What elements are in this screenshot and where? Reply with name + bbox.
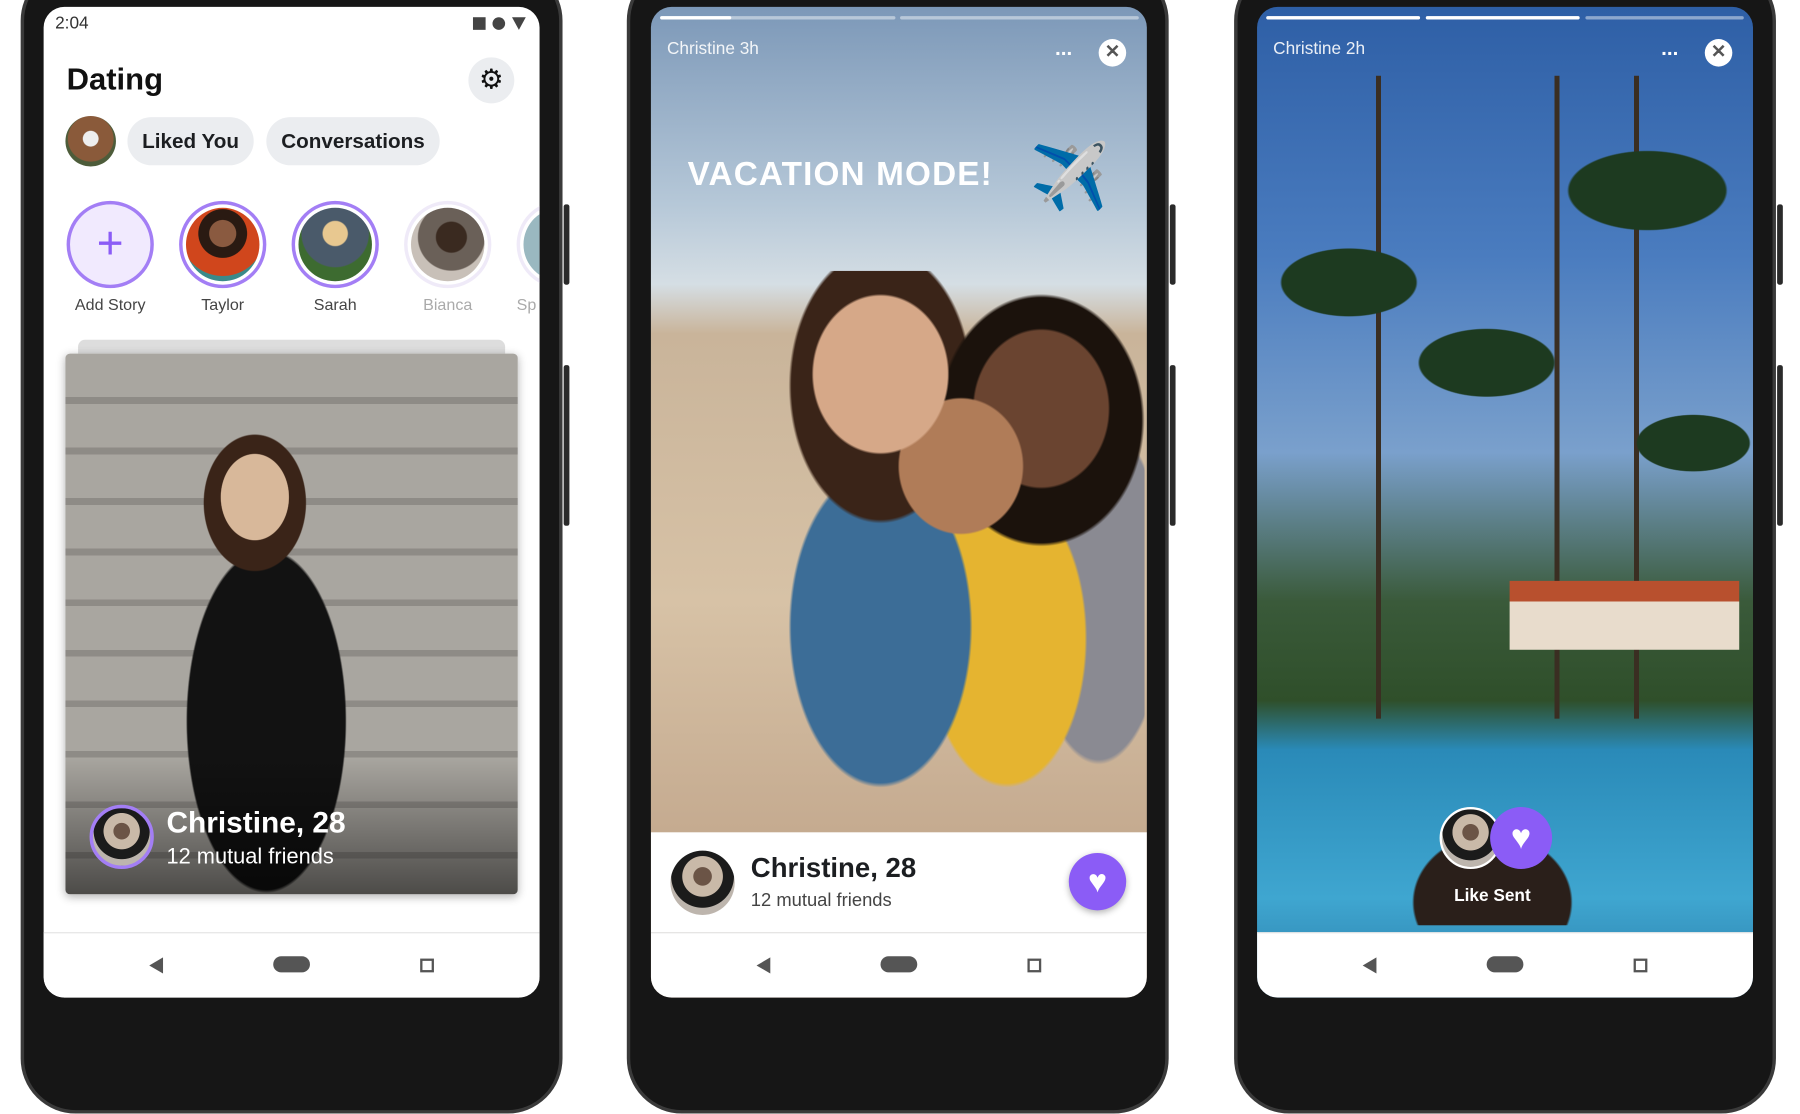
screen: Christine 3h ... ✕ VACATION MODE! ✈️ Chr… (650, 6, 1147, 998)
story-partial[interactable] (516, 200, 540, 289)
gear-icon[interactable]: ⚙ (468, 57, 515, 104)
close-icon[interactable]: ✕ (1098, 39, 1127, 67)
card-name: Christine, 28 (166, 804, 346, 840)
more-options-icon[interactable]: ... (1661, 37, 1678, 61)
plus-icon: + (96, 218, 124, 269)
story-bianca[interactable] (404, 200, 492, 289)
back-icon[interactable] (149, 957, 164, 974)
story-label: Sarah (313, 295, 357, 314)
profile-bar[interactable]: Christine, 28 12 mutual friends ♥ (650, 832, 1147, 933)
story-sarah[interactable] (291, 200, 379, 289)
story-progress (1425, 16, 1580, 20)
story-header: Christine 2h (1273, 39, 1366, 59)
tab-conversations[interactable]: Conversations (266, 117, 440, 166)
profile-name: Christine, 28 (750, 852, 917, 884)
like-heart-button[interactable]: ♥ (1068, 852, 1127, 911)
profile-avatar[interactable] (65, 115, 116, 167)
android-nav-bar (1257, 932, 1753, 998)
story-progress (900, 16, 1139, 20)
airplane-icon: ✈️ (1029, 140, 1110, 213)
phone-story-view: Christine 3h ... ✕ VACATION MODE! ✈️ Chr… (626, 0, 1176, 1114)
status-icons (472, 17, 526, 30)
story-taylor[interactable] (179, 200, 267, 289)
story-label: Bianca (423, 295, 473, 314)
home-icon[interactable] (273, 956, 310, 973)
tab-liked-you[interactable]: Liked You (127, 117, 254, 166)
story-header: Christine 3h (666, 39, 759, 59)
like-sent-label: Like Sent (1454, 886, 1531, 906)
more-options-icon[interactable]: ... (1055, 37, 1072, 61)
phone-like-sent: Christine 2h ... ✕ ♥ Like Sent (1234, 0, 1783, 1114)
heart-icon: ♥ (1490, 807, 1553, 870)
android-nav-bar (650, 932, 1147, 998)
add-story-button[interactable]: + (66, 200, 154, 289)
page-title: Dating (66, 61, 164, 97)
story-progress (1266, 16, 1421, 20)
home-icon[interactable] (1486, 956, 1524, 973)
profile-card[interactable]: Christine, 28 12 mutual friends (65, 353, 518, 895)
card-avatar (89, 804, 154, 870)
profile-avatar (670, 850, 735, 915)
android-nav-bar (43, 932, 540, 998)
story-label: Add Story (74, 295, 146, 314)
recents-icon[interactable] (1633, 958, 1648, 973)
screen: 2:04 Dating ⚙ Liked You Conversations + … (43, 6, 540, 998)
card-mutual-friends: 12 mutual friends (166, 844, 334, 870)
story-progress (1585, 16, 1744, 20)
back-icon[interactable] (756, 957, 771, 974)
phone-dating-home: 2:04 Dating ⚙ Liked You Conversations + … (20, 0, 570, 1114)
back-icon[interactable] (1362, 957, 1377, 974)
recents-icon[interactable] (1027, 958, 1042, 973)
story-label: Sp (516, 295, 537, 314)
recents-icon[interactable] (420, 958, 434, 973)
screen: Christine 2h ... ✕ ♥ Like Sent (1257, 6, 1753, 998)
story-label: Taylor (201, 295, 245, 314)
story-progress (660, 16, 896, 20)
status-time: 2:04 (55, 13, 89, 34)
close-icon[interactable]: ✕ (1704, 39, 1733, 67)
home-icon[interactable] (880, 956, 918, 973)
sticker-text: VACATION MODE! (687, 156, 993, 193)
profile-mutual-friends: 12 mutual friends (750, 890, 892, 911)
